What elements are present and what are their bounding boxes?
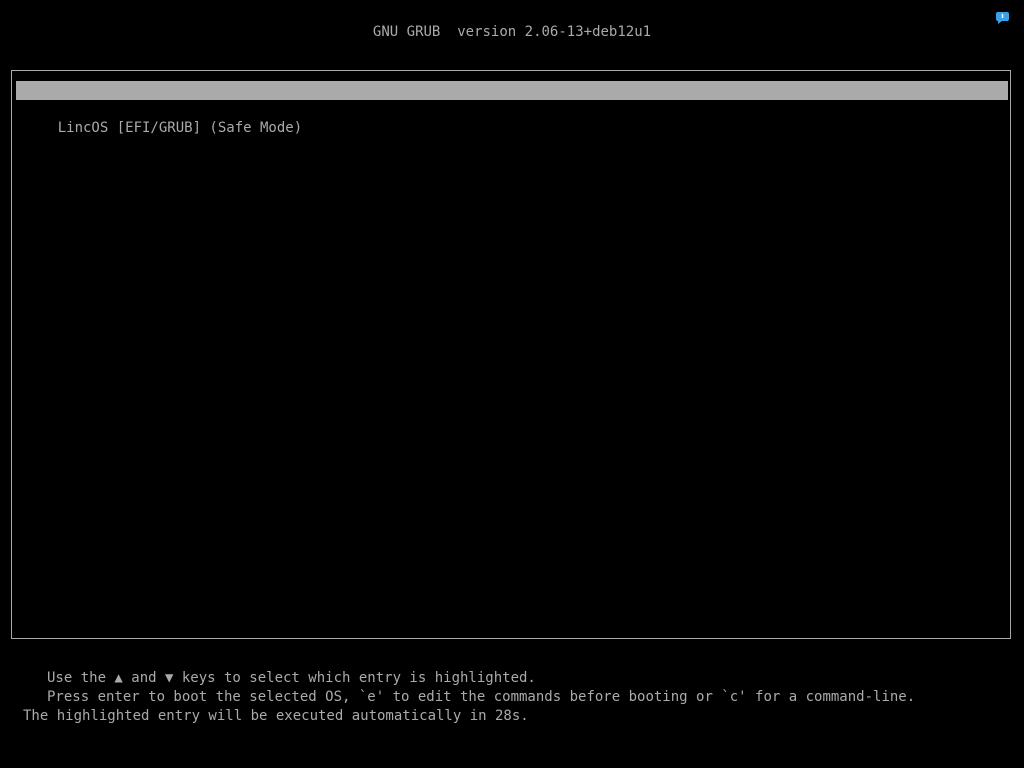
boot-entry-lincos[interactable]: *LincOS [EFI/GRUB] bbox=[16, 81, 1008, 117]
grub-version-title: GNU GRUB version 2.06-13+deb12u1 bbox=[372, 24, 652, 40]
help-boot-edit-text: Press enter to boot the selected OS, `e'… bbox=[47, 689, 916, 705]
chat-notification-icon[interactable] bbox=[995, 12, 1010, 24]
help-navigation-text: Use the ▲ and ▼ keys to select which ent… bbox=[47, 670, 536, 686]
boot-entry-lincos-safe-mode[interactable]: LincOS [EFI/GRUB] (Safe Mode) bbox=[16, 100, 1008, 136]
countdown-text: The highlighted entry will be executed a… bbox=[23, 708, 529, 724]
selection-marker bbox=[50, 119, 58, 138]
boot-menu: *LincOS [EFI/GRUB] LincOS [EFI/GRUB] (Sa… bbox=[11, 70, 1011, 639]
boot-entry-label: LincOS [EFI/GRUB] (Safe Mode) bbox=[57, 120, 303, 136]
